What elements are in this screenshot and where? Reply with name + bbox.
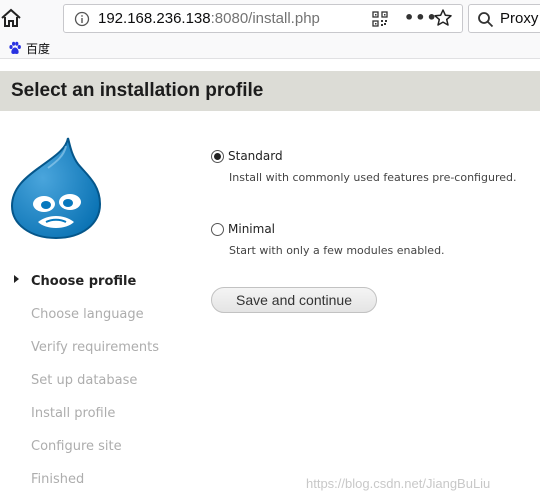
search-engine-label: Proxy [500, 10, 539, 27]
search-bar[interactable]: Proxy [468, 4, 540, 33]
step-finished: Finished [31, 472, 85, 487]
url-path: :8080/install.php [210, 10, 320, 27]
page-header: Select an installation profile [0, 71, 540, 111]
step-choose-language: Choose language [31, 307, 144, 322]
standard-radio[interactable] [211, 150, 224, 163]
minimal-radio[interactable] [211, 223, 224, 236]
url-host: 192.168.236.138 [98, 10, 211, 27]
step-verify-requirements: Verify requirements [31, 340, 160, 355]
bookmarks-bar: 百度 [0, 37, 540, 59]
home-icon[interactable] [0, 6, 22, 30]
page-title: Select an installation profile [11, 80, 264, 101]
baidu-paw-icon [9, 41, 21, 54]
url-text[interactable]: 192.168.236.138:8080/install.php [98, 10, 320, 27]
step-choose-profile: Choose profile [31, 274, 137, 289]
step-set-up-database: Set up database [31, 373, 138, 388]
minimal-label[interactable]: Minimal [228, 222, 275, 236]
qr-code-icon[interactable] [372, 11, 388, 27]
url-bar[interactable]: 192.168.236.138:8080/install.php ••• [63, 4, 463, 33]
info-icon[interactable] [74, 11, 90, 27]
bookmark-baidu[interactable]: 百度 [8, 39, 50, 57]
browser-toolbar: 192.168.236.138:8080/install.php ••• Pro… [0, 0, 540, 37]
standard-label[interactable]: Standard [228, 149, 283, 163]
save-and-continue-button[interactable]: Save and continue [211, 287, 377, 313]
standard-description: Install with commonly used features pre-… [229, 171, 517, 184]
search-icon [478, 12, 494, 28]
watermark: https://blog.csdn.net/JiangBuLiu [306, 476, 491, 491]
step-configure-site: Configure site [31, 439, 122, 454]
bookmark-star-icon[interactable] [433, 8, 453, 28]
minimal-description: Start with only a few modules enabled. [229, 244, 445, 257]
current-step-arrow-icon [14, 275, 19, 283]
step-install-profile: Install profile [31, 406, 116, 421]
bookmark-label: 百度 [26, 41, 51, 56]
drupal-logo [10, 137, 102, 240]
